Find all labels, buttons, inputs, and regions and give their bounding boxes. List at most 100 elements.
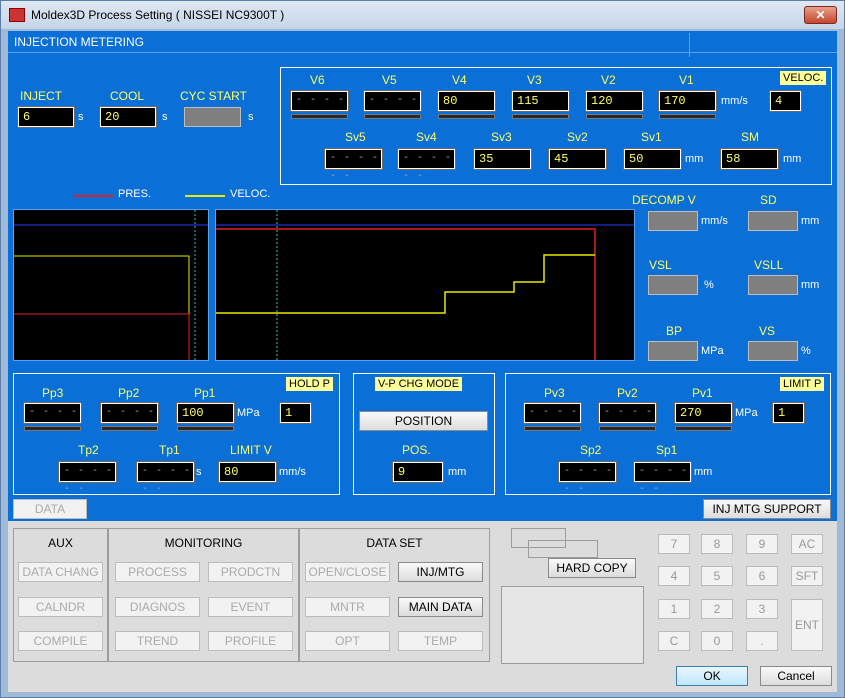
injection-profile-plot (215, 209, 635, 361)
profile-button[interactable]: PROFILE (208, 631, 293, 651)
hard-copy-button[interactable]: HARD COPY (548, 558, 636, 578)
cyc-start-unit: s (248, 111, 254, 123)
pv2-label: Pv2 (617, 386, 638, 400)
pp3-label: Pp3 (42, 386, 64, 400)
pp1-field[interactable]: 100 (176, 402, 235, 424)
diagnos-button[interactable]: DIAGNOS (115, 597, 200, 617)
v5-field[interactable]: - - - - - - (363, 90, 422, 124)
vsl-field (648, 275, 698, 295)
sp1-field[interactable]: - - - - - - (633, 461, 692, 495)
sd-label: SD (760, 193, 777, 207)
key-6[interactable]: 6 (746, 566, 778, 586)
compile-button[interactable]: COMPILE (18, 631, 103, 651)
key-4[interactable]: 4 (658, 566, 690, 586)
pressure-legend-label: PRES. (118, 188, 152, 200)
sv5-label: Sv5 (345, 130, 366, 144)
temp-button[interactable]: TEMP (398, 631, 483, 651)
v6-field[interactable]: - - - - - - (290, 90, 349, 124)
pv3-field[interactable]: - - - - - - (523, 402, 582, 436)
key-c[interactable]: C (658, 631, 690, 651)
v6-label: V6 (310, 73, 325, 87)
v4-field[interactable]: 80 (437, 90, 496, 112)
key-3[interactable]: 3 (746, 599, 778, 619)
sv2-field[interactable]: 45 (548, 148, 607, 170)
inj-mtg-support-button[interactable]: INJ MTG SUPPORT (703, 499, 831, 519)
pv1-field[interactable]: 270 (674, 402, 733, 424)
calndr-button[interactable]: CALNDR (18, 597, 103, 617)
event-button[interactable]: EVENT (208, 597, 293, 617)
inj-pressure-line (216, 228, 596, 360)
vp-pos-unit: mm (448, 466, 467, 478)
limit-v-field[interactable]: 80 (218, 461, 277, 483)
v6-bar (291, 114, 348, 119)
limit-p-field[interactable]: 1 (772, 402, 805, 424)
hold-pressure-unit: MPa (237, 407, 260, 419)
trend-button[interactable]: TREND (115, 631, 200, 651)
data-tab[interactable]: DATA (13, 499, 87, 519)
sv1-field[interactable]: 50 (623, 148, 682, 170)
vs-field (748, 341, 798, 361)
v3-field[interactable]: 115 (511, 90, 570, 112)
sv4-field[interactable]: - - - - - - (397, 148, 456, 182)
v2-bar (586, 114, 643, 119)
sv3-field[interactable]: 35 (473, 148, 532, 170)
sv5-field[interactable]: - - - - - - (324, 148, 383, 182)
sv3-label: Sv3 (491, 130, 512, 144)
key-5[interactable]: 5 (701, 566, 733, 586)
key-sft[interactable]: SFT (791, 566, 823, 586)
cool-field[interactable]: 20 (99, 106, 157, 128)
mntr-button[interactable]: MNTR (305, 597, 390, 617)
pv2-field[interactable]: - - - - - - (598, 402, 657, 436)
key-0[interactable]: 0 (701, 631, 733, 651)
vp-mode-button[interactable]: POSITION (359, 411, 488, 431)
pp2-field[interactable]: - - - - - - (100, 402, 159, 436)
v1-field[interactable]: 170 (658, 90, 717, 112)
hold-profile-plot (13, 209, 209, 361)
sv2-label: Sv2 (567, 130, 588, 144)
data-chang-button[interactable]: DATA CHANG (18, 562, 103, 582)
key-ac[interactable]: AC (791, 534, 823, 554)
inject-unit: s (78, 111, 84, 123)
key-ent[interactable]: ENT (791, 599, 823, 651)
key-8[interactable]: 8 (701, 534, 733, 554)
prodctn-button[interactable]: PRODCTN (208, 562, 293, 582)
sp2-label: Sp2 (580, 443, 602, 457)
panel-header: INJECTION METERING (8, 31, 837, 57)
opt-button[interactable]: OPT (305, 631, 390, 651)
open-close-button[interactable]: OPEN/CLOSE (305, 562, 390, 582)
v4-label: V4 (452, 73, 467, 87)
pp3-field[interactable]: - - - - - - (23, 402, 82, 436)
v2-field[interactable]: 120 (585, 90, 644, 112)
tp1-field[interactable]: - - - - - - (136, 461, 195, 495)
key-2[interactable]: 2 (701, 599, 733, 619)
ok-button[interactable]: OK (676, 666, 748, 686)
close-button[interactable]: ✕ (804, 6, 837, 24)
veloc-stage-field[interactable]: 4 (769, 90, 802, 112)
tp2-field[interactable]: - - - - - - (58, 461, 117, 495)
key-1[interactable]: 1 (658, 599, 690, 619)
vsll-label: VSLL (754, 258, 784, 272)
vp-pos-field[interactable]: 9 (392, 461, 444, 483)
inj-mtg-button[interactable]: INJ/MTG (398, 562, 483, 582)
key-7[interactable]: 7 (658, 534, 690, 554)
sv4-label: Sv4 (416, 130, 437, 144)
veloc-stage-label: VELOC. (780, 71, 827, 85)
sm-unit: mm (783, 153, 802, 165)
key-9[interactable]: 9 (746, 534, 778, 554)
bp-field (648, 341, 698, 361)
key-dot[interactable]: . (746, 631, 778, 651)
sm-field[interactable]: 58 (720, 148, 779, 170)
sp2-field[interactable]: - - - - - - (558, 461, 617, 495)
header-divider (689, 33, 690, 57)
cancel-button[interactable]: Cancel (760, 666, 832, 686)
inject-field[interactable]: 6 (17, 106, 75, 128)
velocity-legend-swatch (185, 195, 225, 197)
main-data-button[interactable]: MAIN DATA (398, 597, 483, 617)
inject-label: INJECT (20, 89, 62, 103)
limit-p-unit: MPa (735, 407, 758, 419)
hold-p-label: HOLD P (286, 377, 333, 391)
hold-p-field[interactable]: 1 (279, 402, 312, 424)
pressure-legend-swatch (73, 195, 113, 197)
v1-label: V1 (679, 73, 694, 87)
process-button[interactable]: PROCESS (115, 562, 200, 582)
